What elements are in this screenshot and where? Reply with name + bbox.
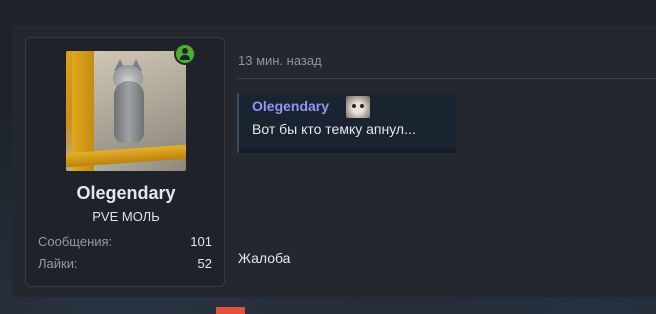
stat-messages: Сообщения: 101 <box>38 234 212 252</box>
username-link[interactable]: Olegendary <box>26 183 226 204</box>
stat-likes-label: Лайки: <box>38 256 78 271</box>
post-divider <box>237 78 656 79</box>
post-timestamp[interactable]: 13 мин. назад <box>238 53 322 68</box>
stat-messages-value: 101 <box>190 234 212 249</box>
stat-messages-label: Сообщения: <box>38 234 113 249</box>
quote-author[interactable]: Olegendary <box>252 98 329 114</box>
quote-block[interactable]: Olegendary Вот бы кто темку апнул... <box>237 93 456 153</box>
stat-likes: Лайки: 52 <box>38 256 212 274</box>
stat-likes-value: 52 <box>197 256 212 271</box>
quote-text: Вот бы кто темку апнул... <box>252 121 416 137</box>
user-title: PVE МОЛЬ <box>92 209 160 224</box>
user-card: Olegendary PVE МОЛЬ Сообщения: 101 Лайки… <box>25 37 225 287</box>
user-online-icon <box>174 43 196 65</box>
bottom-badge <box>216 307 245 314</box>
report-link[interactable]: Жалоба <box>238 250 290 266</box>
cat-emoji-icon <box>346 96 370 118</box>
user-avatar[interactable] <box>66 51 186 171</box>
